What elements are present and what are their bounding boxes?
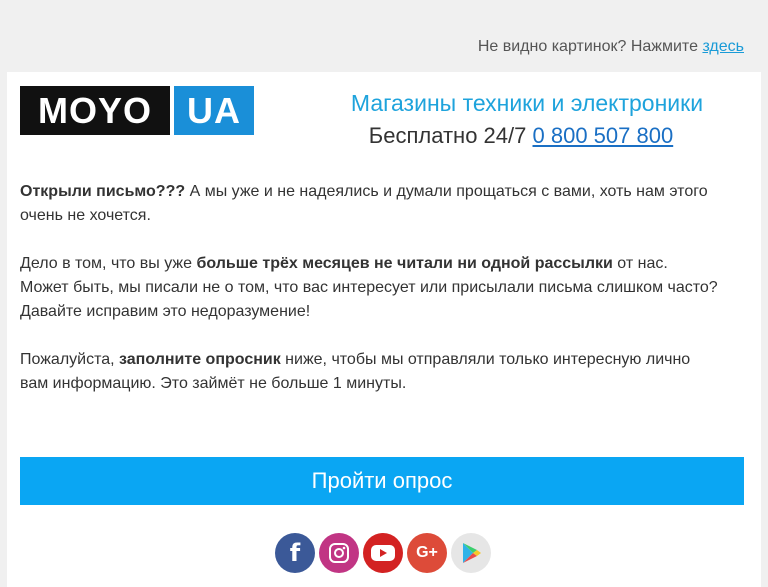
header-info: Магазины техники и электроники Бесплатно… <box>321 90 721 149</box>
google-plus-icon[interactable]: G+ <box>407 533 447 573</box>
paragraph-1-bold: Открыли письмо??? <box>20 183 186 200</box>
images-notice: Не видно картинок? Нажмите здесь <box>478 38 744 56</box>
google-plus-glyph: G+ <box>416 544 438 561</box>
paragraph-3: Пожалуйста, заполните опросник ниже, что… <box>20 348 720 396</box>
moyo-logo[interactable]: MOYO UA <box>20 86 254 135</box>
google-play-icon[interactable] <box>451 533 491 573</box>
facebook-glyph: f <box>289 539 301 567</box>
logo-moyo: MOYO <box>20 86 170 135</box>
paragraph-3-bold: заполните опросник <box>119 351 281 368</box>
google-play-glyph <box>463 543 481 563</box>
instagram-icon[interactable] <box>319 533 359 573</box>
images-notice-text: Не видно картинок? Нажмите <box>477 38 698 55</box>
instagram-glyph <box>329 543 349 563</box>
store-tagline: Магазины техники и электроники <box>350 90 704 116</box>
top-bar: Не видно картинок? Нажмите здесь <box>0 0 768 72</box>
phone-line: Бесплатно 24/7 0 800 507 800 <box>321 123 721 149</box>
logo-ua: UA <box>170 86 254 135</box>
social-links: f G+ <box>275 533 491 573</box>
message-body: Открыли письмо??? А мы уже и не надеялис… <box>20 180 720 420</box>
facebook-icon[interactable]: f <box>275 533 315 573</box>
take-survey-button[interactable]: Пройти опрос <box>20 457 744 505</box>
youtube-glyph <box>371 545 395 561</box>
paragraph-3-start: Пожалуйста, <box>20 351 120 368</box>
phone-prefix: Бесплатно 24/7 <box>368 123 527 148</box>
phone-link[interactable]: 0 800 507 800 <box>533 123 674 148</box>
paragraph-2-start: Дело в том, что вы уже <box>20 255 197 272</box>
paragraph-1: Открыли письмо??? А мы уже и не надеялис… <box>20 180 720 228</box>
youtube-icon[interactable] <box>363 533 403 573</box>
view-in-browser-link[interactable]: здесь <box>702 38 744 55</box>
paragraph-2-bold: больше трёх месяцев не читали ни одной р… <box>196 255 613 272</box>
paragraph-2: Дело в том, что вы уже больше трёх месяц… <box>20 252 720 324</box>
email-card: MOYO UA Магазины техники и электроники Б… <box>7 72 761 587</box>
